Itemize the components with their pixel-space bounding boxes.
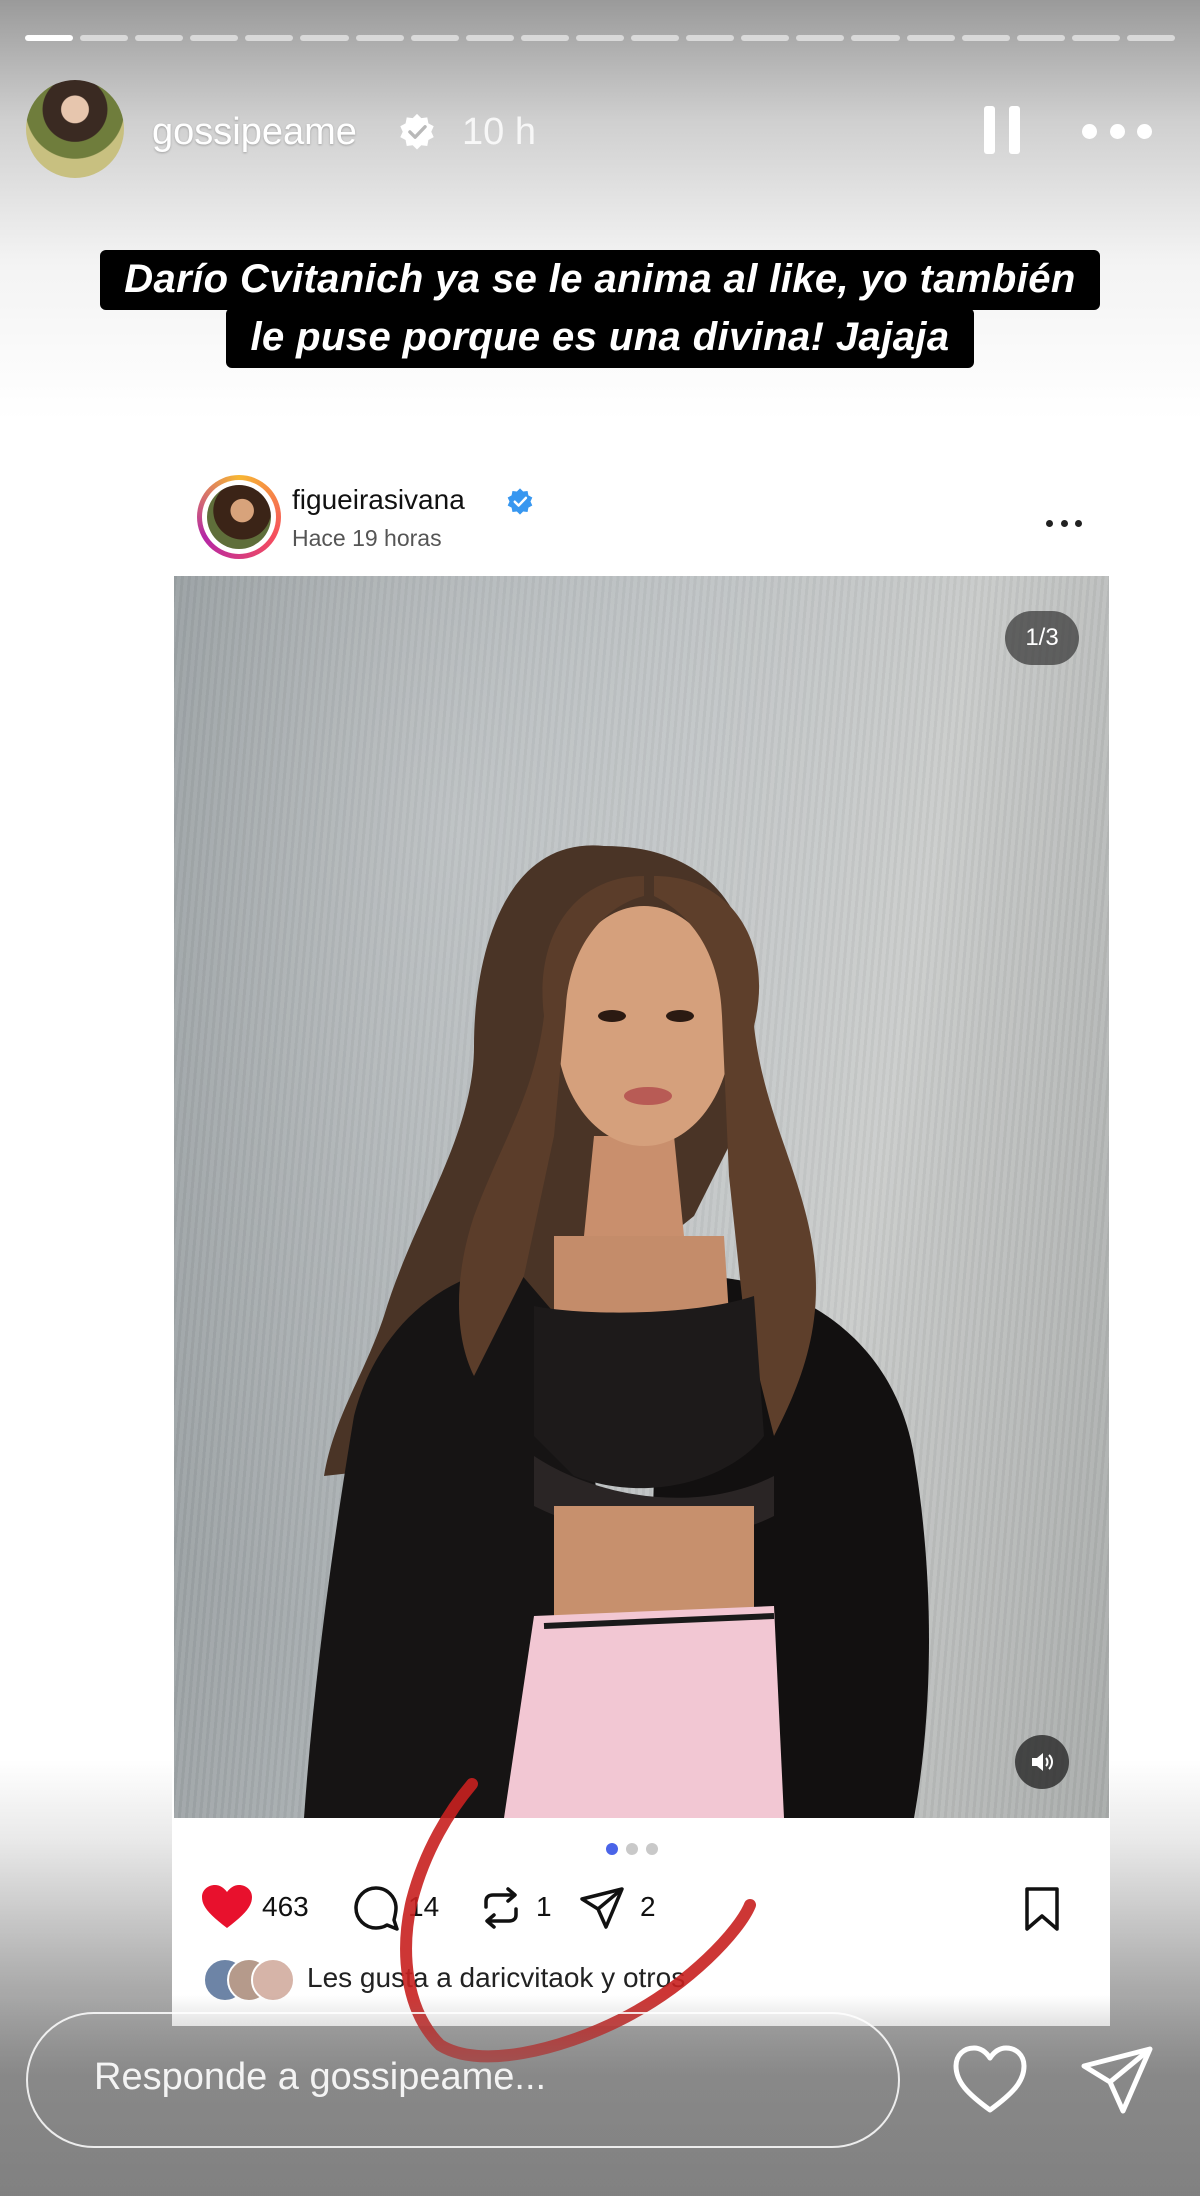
progress-segment [906,35,955,41]
post-username[interactable]: figueirasivana [292,484,465,516]
caption-line-2: le puse porque es una divina! Jajaja [226,308,974,368]
progress-segment [410,35,459,41]
verified-badge-icon [400,113,434,150]
share-count: 2 [640,1891,656,1922]
liker-avatars[interactable] [203,1958,303,2002]
repost-count: 1 [536,1891,552,1922]
progress-segment [300,35,349,41]
reply-input[interactable]: Responde a gossipeame... [26,2012,900,2148]
post-timestamp: Hace 19 horas [292,525,442,551]
progress-segment [686,35,735,41]
progress-segment [135,35,184,41]
heart-filled-icon[interactable] [200,1883,254,1931]
progress-segment [355,35,404,41]
progress-segment [245,35,294,41]
carousel-dot [606,1843,618,1855]
story-timestamp: 10 h [462,111,536,153]
image-counter-badge: 1/3 [1005,611,1079,665]
progress-segment [741,35,790,41]
progress-segment [1071,35,1120,41]
post-more-options-button[interactable] [1046,520,1082,528]
post-photo[interactable] [174,576,1109,1818]
progress-segment [631,35,680,41]
progress-segment [465,35,514,41]
story-viewer: gossipeame 10 h Darío Cvitanich ya se le… [0,0,1200,2196]
progress-segment [520,35,569,41]
comment-icon[interactable] [352,1884,400,1932]
repost-icon[interactable] [478,1885,524,1931]
carousel-dot [626,1843,638,1855]
story-caption: Darío Cvitanich ya se le anima al like, … [0,250,1200,368]
progress-segment [190,35,239,41]
progress-segment [25,35,74,41]
likes-summary[interactable]: Les gusta a daricvitaok y otros [307,1962,685,1994]
like-count: 463 [262,1891,309,1922]
speaker-icon [1032,1753,1053,1771]
progress-segment [796,35,845,41]
caption-line-1: Darío Cvitanich ya se le anima al like, … [100,250,1100,310]
send-icon[interactable] [1078,2044,1156,2116]
comment-count: 14 [408,1891,440,1922]
post-avatar[interactable] [197,475,281,559]
carousel-indicator [606,1843,658,1855]
carousel-dot [646,1843,658,1855]
story-more-options-button[interactable] [1082,118,1152,144]
story-progress-bar [25,35,1175,41]
pause-button[interactable] [984,106,1020,154]
progress-segment [851,35,900,41]
progress-segment [1016,35,1065,41]
heart-outline-icon[interactable] [952,2044,1028,2116]
progress-segment [575,35,625,41]
woman-portrait-illustration [304,845,929,1818]
progress-segment [961,35,1010,41]
post-verified-badge-icon [507,488,533,515]
progress-segment [1126,35,1175,41]
share-send-icon[interactable] [578,1885,626,1931]
story-username[interactable]: gossipeame [152,111,357,154]
reply-placeholder: Responde a gossipeame... [94,2056,547,2098]
progress-segment [80,35,129,41]
bookmark-icon[interactable] [1022,1886,1062,1932]
story-avatar[interactable] [26,80,124,178]
mute-toggle-button[interactable] [1015,1735,1069,1789]
